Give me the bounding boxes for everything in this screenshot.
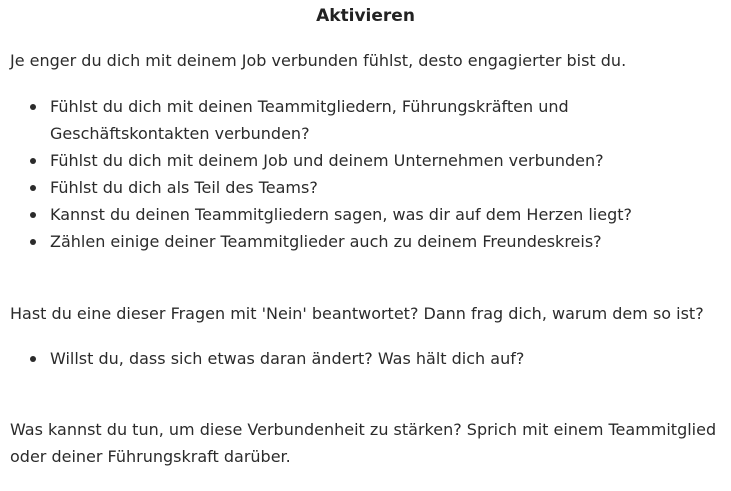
list-item: Zählen einige deiner Teammitglieder auch… (10, 228, 721, 255)
bullet-icon (30, 158, 36, 164)
document-page: Aktivieren Je enger du dich mit deinem J… (0, 0, 731, 491)
list-item-text: Fühlst du dich mit deinen Teammitglieder… (50, 97, 569, 143)
list-item: Willst du, dass sich etwas daran ändert?… (10, 345, 721, 372)
bullet-icon (30, 212, 36, 218)
list-item: Kannst du deinen Teammitgliedern sagen, … (10, 201, 721, 228)
closing-paragraph: Was kannst du tun, um diese Verbundenhei… (10, 420, 717, 466)
list-item-text: Fühlst du dich mit deinem Job und deinem… (50, 151, 604, 170)
followup-list: Willst du, dass sich etwas daran ändert?… (10, 345, 721, 372)
bullet-icon (30, 104, 36, 110)
list-item-text: Fühlst du dich als Teil des Teams? (50, 178, 318, 197)
list-item-text: Zählen einige deiner Teammitglieder auch… (50, 232, 602, 251)
followup-paragraph: Hast du eine dieser Fragen mit 'Nein' be… (10, 304, 704, 323)
list-item: Fühlst du dich als Teil des Teams? (10, 174, 721, 201)
question-list: Fühlst du dich mit deinen Teammitglieder… (10, 93, 721, 255)
page-title: Aktivieren (316, 6, 415, 26)
list-item-text: Willst du, dass sich etwas daran ändert?… (50, 349, 525, 368)
intro-paragraph: Je enger du dich mit deinem Job verbunde… (10, 51, 627, 70)
bullet-icon (30, 185, 36, 191)
bullet-icon (30, 239, 36, 245)
list-item-text: Kannst du deinen Teammitgliedern sagen, … (50, 205, 632, 224)
list-item: Fühlst du dich mit deinen Teammitglieder… (10, 93, 721, 147)
bullet-icon (30, 356, 36, 362)
list-item: Fühlst du dich mit deinem Job und deinem… (10, 147, 721, 174)
